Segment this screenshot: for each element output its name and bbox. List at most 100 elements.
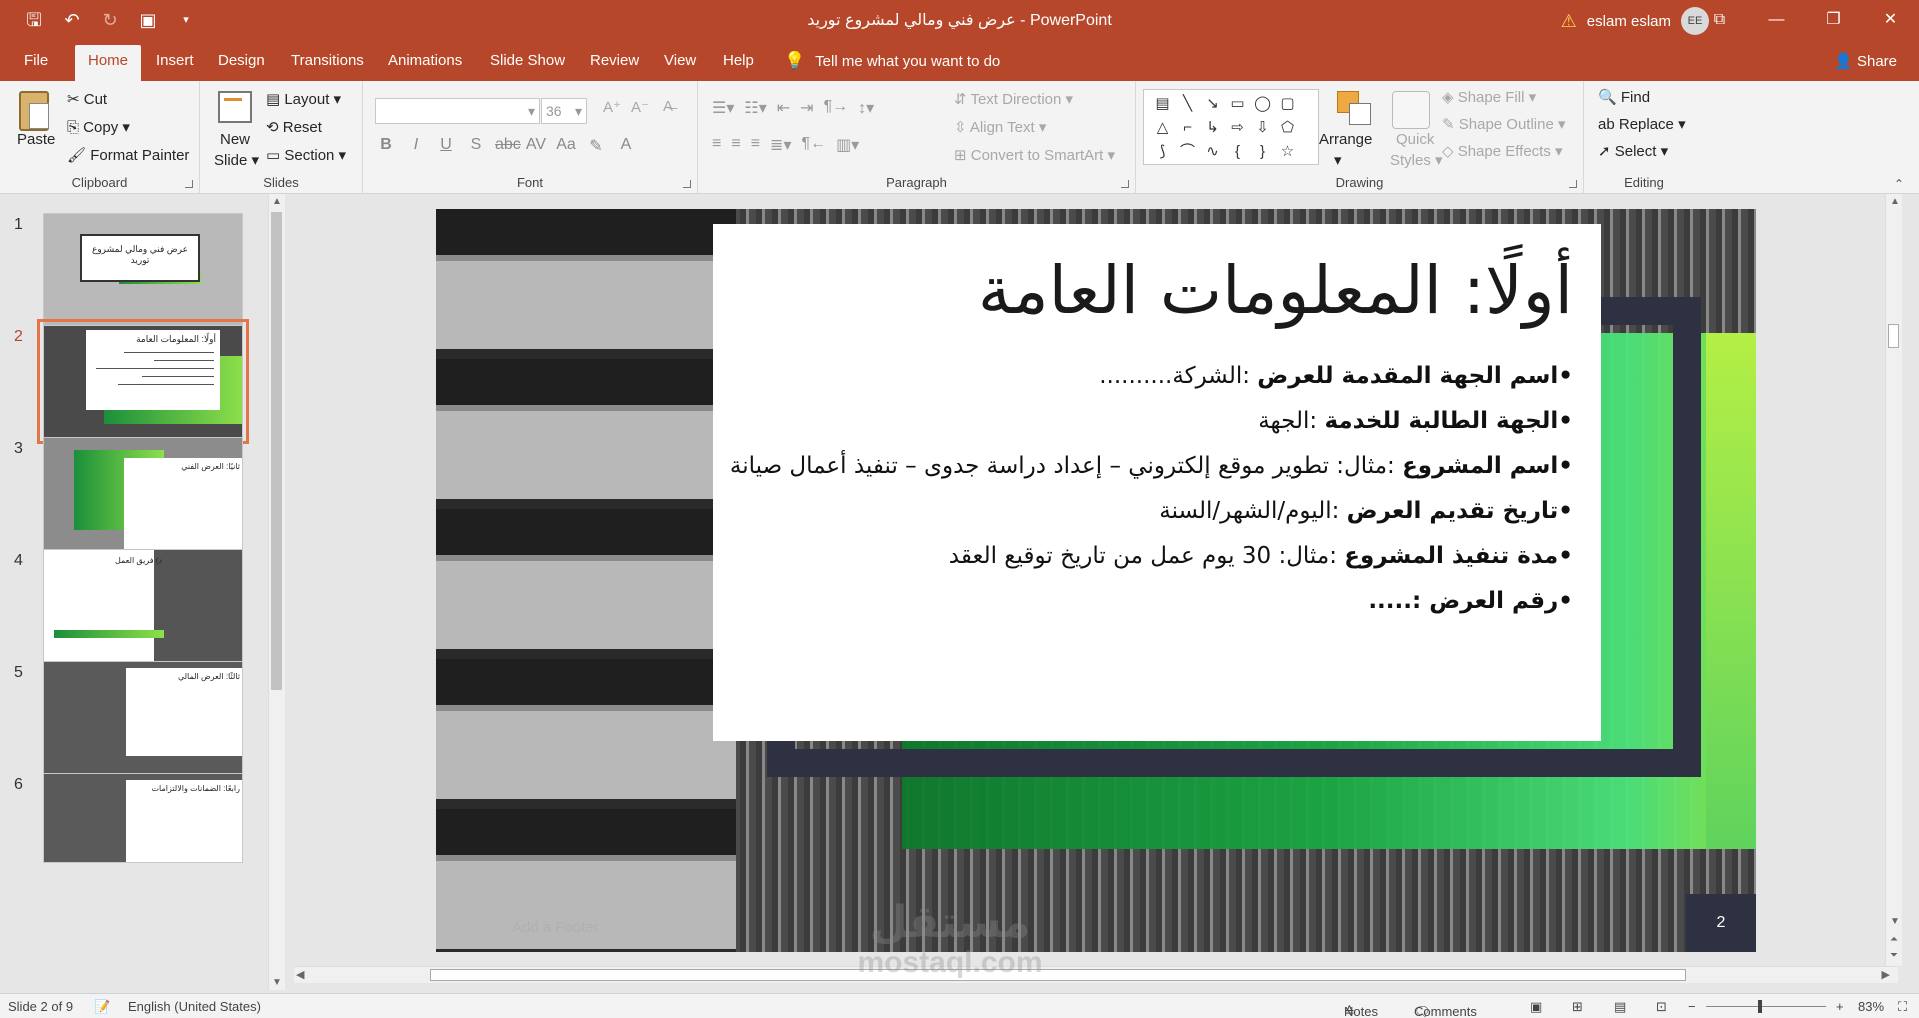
scrollbar-thumb[interactable] [1888,324,1899,348]
font-size-select[interactable]: 36 ▾ [541,98,587,124]
ltr-icon[interactable]: ¶→ [824,98,849,118]
tab-insert[interactable]: Insert [156,52,194,69]
pentagon-shape-icon[interactable]: ⬠ [1275,116,1300,140]
zoom-in-icon[interactable]: + [1836,999,1844,1014]
thumbnail-5[interactable]: 5 ثالثًا: العرض المالي [0,661,280,784]
align-center-icon[interactable]: ≡ [731,135,740,155]
layout-button[interactable]: ▤ Layout ▾ [266,90,341,108]
account-area[interactable]: ⚠ eslam eslam EE [1561,7,1709,35]
format-painter-button[interactable]: 🖌 Format Painter [67,146,189,164]
star-shape-icon[interactable]: ☆ [1275,140,1300,164]
curve-connector-shape-icon[interactable]: ⟆ [1150,140,1175,164]
font-color-icon[interactable]: A [615,136,637,156]
elbow-arrow-shape-icon[interactable]: ↳ [1200,116,1225,140]
bold-icon[interactable]: B [375,136,397,156]
lime-accent-shape[interactable] [1706,333,1756,849]
slide-number-box[interactable]: 2 [1686,894,1756,952]
tell-me-search[interactable]: 💡 Tell me what you want to do [784,51,1000,71]
convert-smartart-button[interactable]: ⊞ Convert to SmartArt ▾ [954,146,1115,164]
shape-fill-button[interactable]: ◈ Shape Fill ▾ [1442,88,1536,106]
warning-icon[interactable]: ⚠ [1561,11,1577,32]
tab-slide-show[interactable]: Slide Show [490,52,565,69]
bullet-item[interactable]: •اسم المشروع :مثال: تطوير موقع إلكتروني … [730,444,1573,489]
text-direction-button[interactable]: ⇵ Text Direction ▾ [954,90,1073,108]
rectangle-shape-icon[interactable]: ▭ [1225,92,1250,116]
collapse-ribbon-icon[interactable]: ⌃ [1894,177,1904,191]
tab-view[interactable]: View [664,52,696,69]
ribbon-display-icon[interactable]: ⧉ [1691,0,1748,40]
char-spacing-icon[interactable]: AV [525,136,547,156]
scroll-down-icon[interactable]: ▼ [272,977,282,988]
language[interactable]: English (United States) [128,999,261,1014]
arrange-chevron-icon[interactable]: ▾ [1334,151,1342,169]
section-button[interactable]: ▭ Section ▾ [266,146,346,164]
align-left-icon[interactable]: ≡ [712,135,721,155]
change-case-icon[interactable]: Aa [555,136,577,156]
scroll-up-icon[interactable]: ▲ [272,196,282,207]
strikethrough-icon[interactable]: abc [495,136,521,156]
paragraph-launcher-icon[interactable] [1121,180,1129,188]
right-brace-shape-icon[interactable]: } [1250,140,1275,164]
user-name[interactable]: eslam eslam [1587,13,1671,30]
thumbnail-2[interactable]: 2 أولًا: المعلومات العامة [0,319,280,448]
italic-icon[interactable]: I [405,136,427,156]
share-button[interactable]: 👤 Share [1834,52,1897,70]
font-launcher-icon[interactable] [683,180,691,188]
align-right-icon[interactable]: ≡ [751,135,760,155]
drawing-launcher-icon[interactable] [1569,180,1577,188]
thumbnail-image[interactable]: ثانيًا: العرض الفني [43,437,243,550]
align-text-button[interactable]: ⇳ Align Text ▾ [954,118,1046,136]
rtl-icon[interactable]: ¶← [801,135,826,155]
thumbnail-image[interactable]: د) فريق العمل [43,549,243,662]
columns-icon[interactable]: ▥▾ [836,135,859,155]
tab-help[interactable]: Help [723,52,754,69]
rounded-rect-shape-icon[interactable]: ▢ [1275,92,1300,116]
quick-styles-icon[interactable] [1392,91,1430,129]
tab-transitions[interactable]: Transitions [291,52,364,69]
scroll-up-icon[interactable]: ▲ [1890,196,1900,207]
new-slide-label-1[interactable]: New [220,131,250,148]
arrow-line-shape-icon[interactable]: ↘ [1200,92,1225,116]
highlight-icon[interactable]: ✎ [585,136,607,156]
thumbnail-1[interactable]: 1 عرض فني ومالي لمشروع توريد [0,213,280,336]
numbering-icon[interactable]: ☷▾ [744,98,766,118]
increase-indent-icon[interactable]: ⇥ [800,98,813,118]
close-icon[interactable]: ✕ [1862,0,1919,40]
left-brace-shape-icon[interactable]: { [1225,140,1250,164]
replace-button[interactable]: ab Replace ▾ [1598,115,1686,133]
paste-button[interactable]: Paste [17,131,55,148]
scrollbar-thumb[interactable] [271,212,282,690]
thumbnail-image[interactable]: رابعًا: الضمانات والالتزامات [43,773,243,863]
thumbnail-scrollbar[interactable]: ▲ ▼ [268,194,285,990]
previous-slide-icon[interactable]: ⏶ [1890,934,1898,945]
editor-vertical-scrollbar[interactable]: ▲ ▼ ⏶ ⏷ [1885,194,1902,970]
shadow-icon[interactable]: S [465,136,487,156]
textbox-shape-icon[interactable]: ▤ [1150,92,1175,116]
right-arrow-shape-icon[interactable]: ⇨ [1225,116,1250,140]
triangle-shape-icon[interactable]: △ [1150,116,1175,140]
justify-icon[interactable]: ≣▾ [770,135,791,155]
bullets-icon[interactable]: ☰▾ [712,98,734,118]
normal-view-icon[interactable]: ▣ [1530,999,1542,1015]
zoom-slider[interactable] [1706,1006,1826,1007]
tab-review[interactable]: Review [590,52,639,69]
bullet-item[interactable]: •مدة تنفيذ المشروع :مثال: 30 يوم عمل من … [730,534,1573,579]
quick-styles-label-1[interactable]: Quick [1396,131,1434,148]
elbow-connector-shape-icon[interactable]: ⌐ [1175,116,1200,140]
fit-slide-icon[interactable]: ⛶ [1898,999,1907,1015]
line-spacing-icon[interactable]: ↕▾ [858,98,874,118]
footer-placeholder[interactable]: Add a Footer [512,919,599,936]
editor-horizontal-scrollbar[interactable]: ◀ ▶ [290,966,1902,983]
tab-animations[interactable]: Animations [388,52,462,69]
reading-view-icon[interactable]: ▤ [1614,999,1626,1015]
find-button[interactable]: 🔍 Find [1598,88,1650,106]
thumbnail-6[interactable]: 6 رابعًا: الضمانات والالتزامات [0,773,280,896]
cut-button[interactable]: ✂ Cut [67,90,107,108]
slide-count[interactable]: Slide 2 of 9 [8,999,73,1014]
bullet-item[interactable]: •تاريخ تقديم العرض :اليوم/الشهر/السنة [730,489,1573,534]
clear-formatting-icon[interactable]: A̶ [663,98,673,115]
bullet-list[interactable]: •اسم الجهة المقدمة للعرض :الشركة........… [730,354,1573,624]
slide-sorter-icon[interactable]: ⊞ [1572,999,1583,1015]
thumbnail-4[interactable]: 4 د) فريق العمل [0,549,280,672]
bullet-item[interactable]: •رقم العرض :..... [730,579,1573,624]
